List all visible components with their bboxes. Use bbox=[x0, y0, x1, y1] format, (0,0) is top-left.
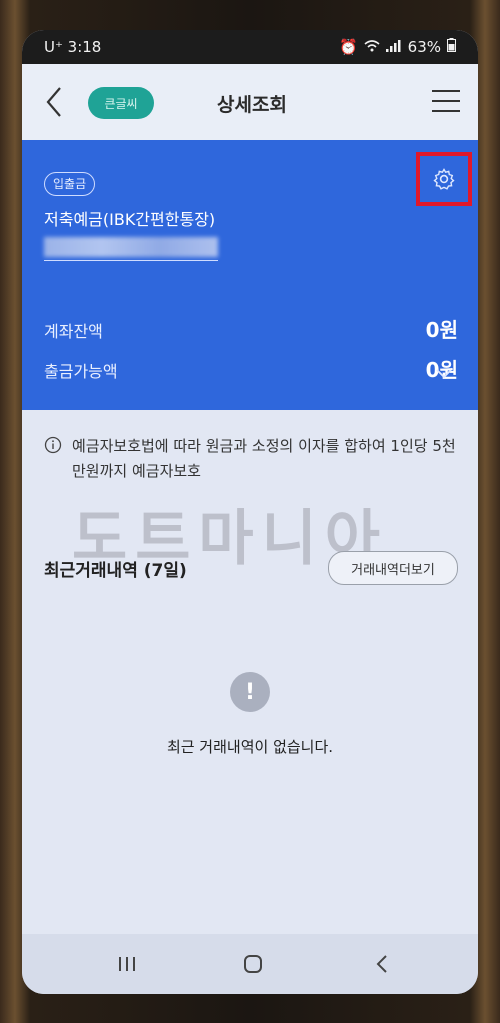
status-carrier-time: U⁺ 3:18 bbox=[44, 38, 102, 56]
account-name: 저축예금(IBK간편한통장) bbox=[44, 210, 216, 229]
empty-state-text: 최근 거래내역이 없습니다. bbox=[166, 738, 334, 756]
page-title: 상세조회 bbox=[217, 94, 287, 116]
account-number-blurred bbox=[44, 237, 218, 257]
chevron-down-icon bbox=[436, 369, 452, 379]
home-button[interactable] bbox=[238, 952, 268, 976]
large-text-toggle[interactable]: 큰글씨 bbox=[88, 87, 154, 119]
notice-text: 예금자보호법에 따라 원금과 소정의 이자를 합하여 1인당 5천만원까지 예금… bbox=[72, 437, 456, 480]
chevron-left-icon bbox=[46, 87, 61, 117]
empty-state-icon: ! bbox=[230, 672, 270, 712]
nav-back-button[interactable] bbox=[368, 952, 398, 976]
alarm-icon: ⏰ bbox=[338, 38, 358, 56]
battery-icon bbox=[447, 38, 456, 56]
account-type-badge: 입출금 bbox=[44, 172, 96, 196]
recent-apps-button[interactable] bbox=[112, 952, 142, 976]
menu-button[interactable] bbox=[432, 90, 460, 114]
hamburger-icon bbox=[432, 90, 460, 92]
account-card: 입출금 저축예금(IBK간편한통장) 계좌잔액 0원 출금가능액 0원 bbox=[22, 140, 478, 410]
info-icon bbox=[44, 436, 62, 454]
phone-frame: U⁺ 3:18 ⏰ 63% 큰글씨 상세조회 입출금 저축예금(IBK간편한통장… bbox=[0, 0, 500, 1023]
account-settings-button[interactable] bbox=[416, 152, 472, 206]
home-icon bbox=[244, 955, 262, 973]
balance-value: 0원 bbox=[425, 318, 458, 342]
status-icons: ⏰ 63% bbox=[339, 38, 456, 56]
expand-button[interactable] bbox=[434, 366, 454, 380]
system-nav-bar bbox=[22, 934, 478, 994]
withdrawable-label: 출금가능액 bbox=[44, 362, 118, 381]
screen: U⁺ 3:18 ⏰ 63% 큰글씨 상세조회 입출금 저축예금(IBK간편한통장… bbox=[22, 30, 478, 994]
back-arrow-icon bbox=[376, 955, 387, 973]
balance-label: 계좌잔액 bbox=[44, 322, 103, 341]
recent-apps-icon bbox=[119, 957, 135, 971]
view-more-transactions-button[interactable]: 거래내역더보기 bbox=[328, 551, 458, 585]
signal-icon bbox=[385, 38, 402, 56]
back-button[interactable] bbox=[40, 84, 70, 120]
battery-percent: 63% bbox=[407, 38, 441, 56]
gear-icon bbox=[433, 168, 455, 190]
recent-transactions-title: 최근거래내역 (7일) bbox=[44, 561, 187, 581]
wifi-icon bbox=[364, 38, 380, 56]
account-number-underline bbox=[44, 260, 218, 261]
status-bar: U⁺ 3:18 ⏰ 63% bbox=[22, 30, 478, 64]
